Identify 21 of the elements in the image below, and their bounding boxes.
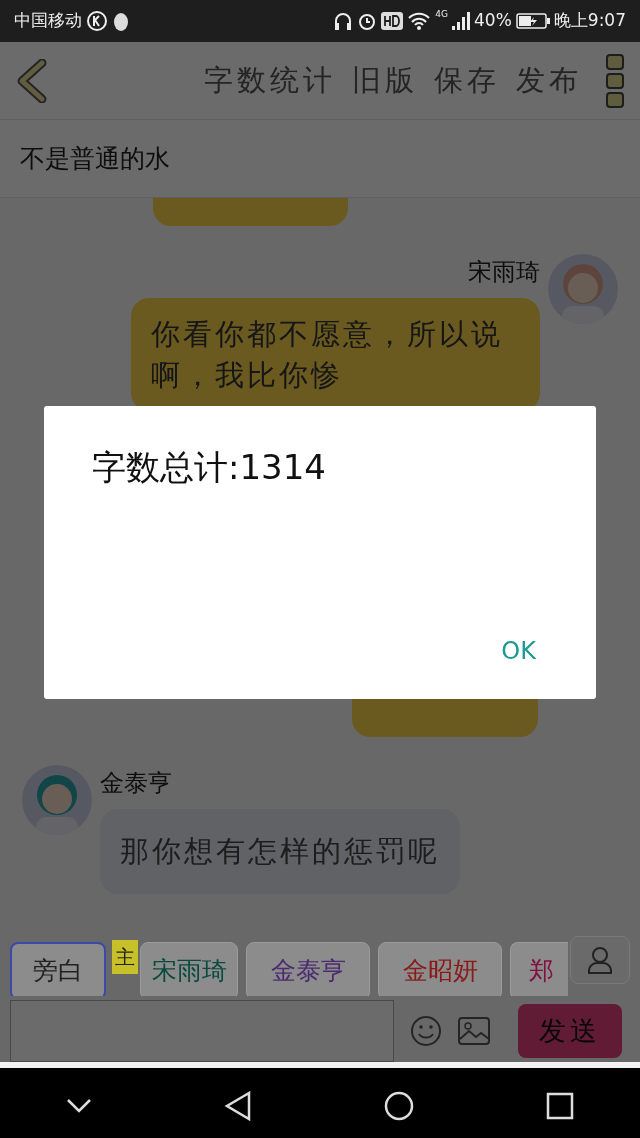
- sender-name: 宋雨琦: [468, 257, 540, 288]
- message-bubble: 那你想有怎样的惩罚呢: [100, 809, 460, 894]
- character-chip[interactable]: 旁白: [10, 942, 106, 996]
- character-chip[interactable]: 宋雨琦: [140, 942, 238, 996]
- main-tag: 主: [112, 940, 138, 974]
- character-chip[interactable]: 郑: [510, 942, 568, 996]
- toolbar-action[interactable]: 发布: [508, 58, 590, 103]
- battery-percent: 40%: [474, 9, 512, 33]
- story-title: 不是普通的水: [20, 142, 170, 175]
- toolbar-action[interactable]: 保存: [426, 58, 508, 103]
- network-label: 4G: [435, 8, 448, 22]
- sender-name: 金泰亨: [100, 768, 172, 800]
- clock-time: 晚上9:07: [553, 9, 626, 33]
- ok-button[interactable]: OK: [501, 633, 536, 669]
- toolbar-action[interactable]: 旧版: [344, 58, 426, 103]
- toolbar-action[interactable]: 字数统计: [196, 58, 344, 103]
- send-button[interactable]: 发送: [518, 1004, 622, 1058]
- character-chip[interactable]: 金昭妍: [378, 942, 502, 996]
- dialog-message: 字数总计:1314: [91, 446, 327, 489]
- carrier-name: 中国移动: [14, 9, 82, 33]
- character-chip[interactable]: 金泰亨: [246, 942, 370, 996]
